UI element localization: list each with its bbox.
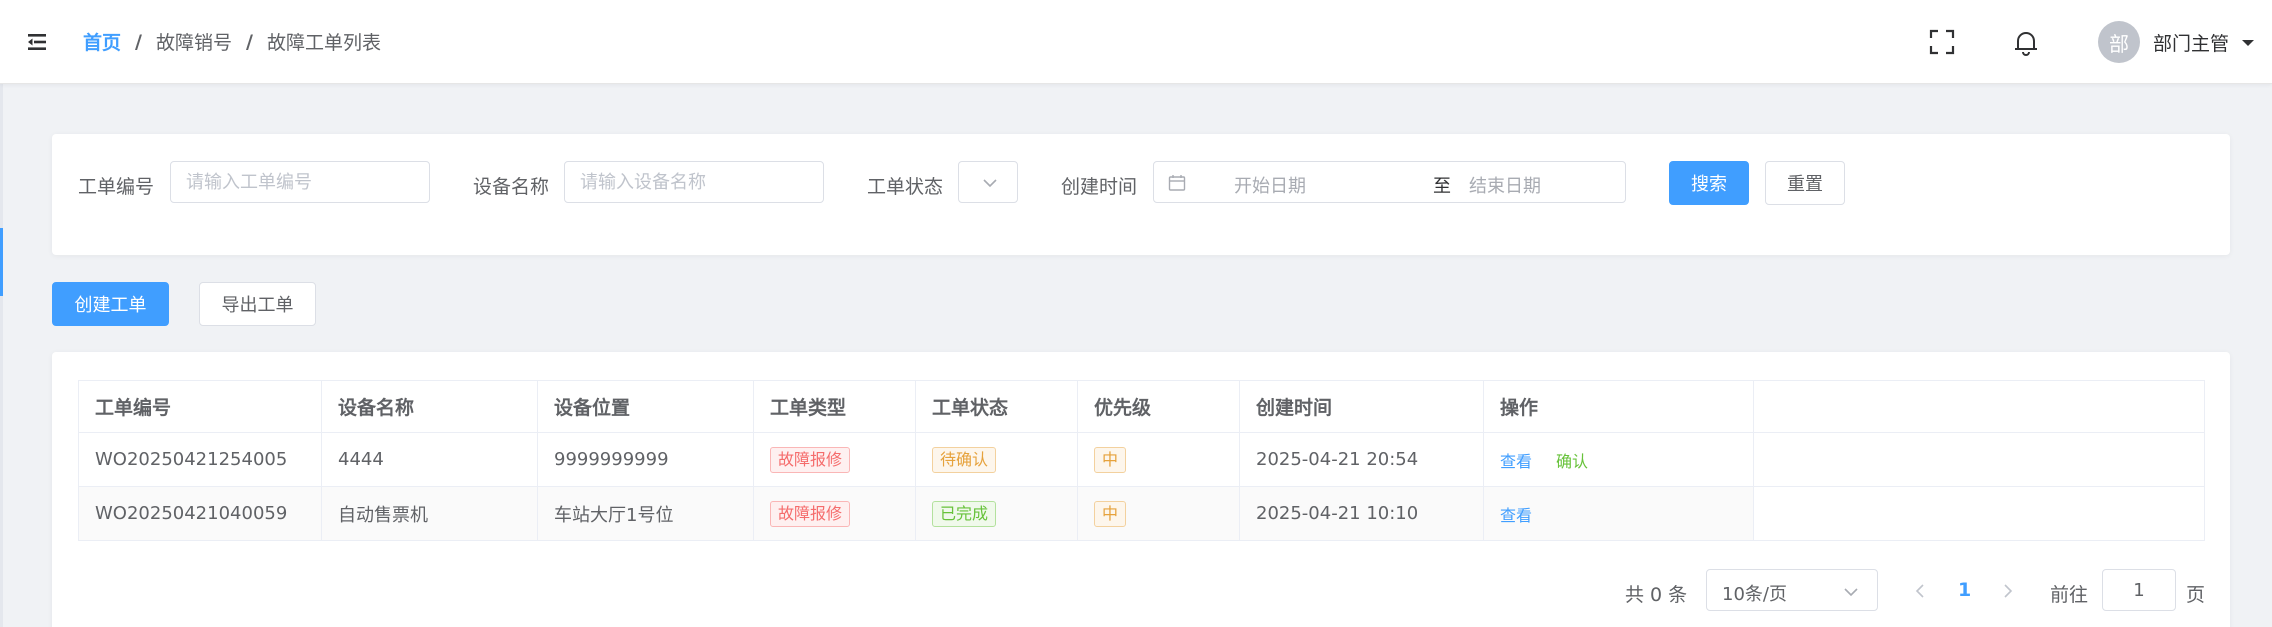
priority-cell: 中 — [1077, 486, 1240, 541]
column-header: 工单状态 — [915, 380, 1078, 433]
table-row: WO20250421040059 自动售票机 车站大厅1号位 故障报修 已完成 … — [78, 486, 2205, 541]
status-select[interactable] — [958, 161, 1018, 203]
priority-tag: 中 — [1094, 500, 1127, 527]
order-type-tag: 故障报修 — [770, 446, 851, 473]
chevron-left-icon[interactable] — [1912, 582, 1928, 604]
column-header: 操作 — [1483, 380, 1754, 433]
priority-tag: 中 — [1094, 446, 1127, 473]
export-order-button[interactable]: 导出工单 — [199, 282, 316, 326]
bell-icon[interactable] — [2012, 28, 2040, 56]
sidebar-edge-active — [0, 228, 3, 296]
avatar[interactable]: 部 — [2098, 21, 2140, 63]
goto-page-input[interactable] — [2102, 569, 2176, 611]
device-name-input[interactable] — [564, 161, 824, 203]
breadcrumb: 首页 / 故障销号 / 故障工单列表 — [83, 28, 381, 55]
hamburger-menu-icon[interactable] — [26, 30, 50, 54]
sidebar-edge — [0, 84, 3, 627]
breadcrumb-fault-close: 故障销号 — [155, 32, 232, 54]
breadcrumb-current: 故障工单列表 — [266, 32, 381, 54]
goto-label: 前往 — [2050, 584, 2089, 606]
breadcrumb-separator: / — [135, 30, 142, 53]
calendar-icon — [1168, 174, 1186, 197]
order-no-cell: WO20250421040059 — [78, 486, 322, 541]
date-range-picker[interactable]: 开始日期 至 结束日期 — [1153, 161, 1626, 203]
device-name-cell: 自动售票机 — [321, 486, 538, 541]
operations-cell: 查看 确认 — [1483, 432, 1754, 487]
order-type-cell: 故障报修 — [753, 486, 916, 541]
created-time-label: 创建时间 — [1061, 176, 1138, 198]
create-order-button[interactable]: 创建工单 — [52, 282, 169, 326]
order-table-card: 工单编号 设备名称 设备位置 工单类型 工单状态 优先级 创建时间 操作 WO2… — [52, 352, 2230, 627]
column-header: 工单编号 — [78, 380, 322, 433]
priority-cell: 中 — [1077, 432, 1240, 487]
device-location-cell: 车站大厅1号位 — [537, 486, 754, 541]
table-filler — [1753, 486, 2205, 541]
end-date-input[interactable]: 结束日期 — [1469, 172, 1541, 198]
order-type-tag: 故障报修 — [770, 500, 851, 527]
order-no-label: 工单编号 — [78, 176, 155, 198]
chevron-right-icon[interactable] — [2000, 582, 2016, 604]
order-no-cell: WO20250421254005 — [78, 432, 322, 487]
order-no-input[interactable] — [170, 161, 430, 203]
order-status-tag: 已完成 — [932, 500, 997, 527]
page-number-current[interactable]: 1 — [1958, 579, 1971, 601]
column-header: 工单类型 — [753, 380, 916, 433]
search-form: 工单编号 设备名称 工单状态 创建时间 开始日期 至 结束日期 搜索 重置 — [52, 134, 2230, 255]
device-location-cell: 9999999999 — [537, 432, 754, 487]
table-header-row: 工单编号 设备名称 设备位置 工单类型 工单状态 优先级 创建时间 操作 — [78, 380, 2205, 433]
table-filler — [1753, 432, 2205, 487]
column-header: 优先级 — [1077, 380, 1240, 433]
operations-cell: 查看 — [1483, 486, 1754, 541]
date-range-separator: 至 — [1433, 176, 1451, 197]
caret-down-icon[interactable] — [2240, 34, 2256, 50]
order-status-cell: 待确认 — [915, 432, 1078, 487]
reset-button[interactable]: 重置 — [1765, 161, 1845, 205]
column-header: 设备位置 — [537, 380, 754, 433]
chevron-down-icon — [983, 179, 997, 188]
created-time-cell: 2025-04-21 10:10 — [1239, 486, 1484, 541]
pagination-total: 共 0 条 — [1625, 584, 1688, 606]
device-name-label: 设备名称 — [473, 176, 550, 198]
breadcrumb-separator: / — [245, 30, 253, 53]
view-link[interactable]: 查看 — [1500, 452, 1532, 471]
fullscreen-icon[interactable] — [1928, 28, 1956, 56]
search-button[interactable]: 搜索 — [1669, 161, 1749, 205]
username[interactable]: 部门主管 — [2153, 29, 2229, 56]
order-type-cell: 故障报修 — [753, 432, 916, 487]
table-row: WO20250421254005 4444 9999999999 故障报修 待确… — [78, 432, 2205, 487]
page-suffix-label: 页 — [2186, 584, 2206, 606]
table-filler — [1753, 380, 2205, 433]
view-link[interactable]: 查看 — [1500, 506, 1532, 525]
breadcrumb-home[interactable]: 首页 — [83, 28, 121, 55]
chevron-down-icon — [1844, 588, 1858, 597]
top-navbar: 首页 / 故障销号 / 故障工单列表 部 部门主管 — [0, 0, 2272, 84]
start-date-input[interactable]: 开始日期 — [1234, 172, 1306, 198]
column-header: 创建时间 — [1239, 380, 1484, 433]
order-status-tag: 待确认 — [932, 446, 997, 473]
column-header: 设备名称 — [321, 380, 538, 433]
confirm-link[interactable]: 确认 — [1556, 452, 1588, 471]
status-label: 工单状态 — [867, 176, 944, 198]
order-table: 工单编号 设备名称 设备位置 工单类型 工单状态 优先级 创建时间 操作 WO2… — [78, 380, 2205, 541]
order-status-cell: 已完成 — [915, 486, 1078, 541]
page-size-select[interactable]: 10条/页 — [1706, 569, 1878, 611]
created-time-cell: 2025-04-21 20:54 — [1239, 432, 1484, 487]
device-name-cell: 4444 — [321, 432, 538, 487]
page-size-value: 10条/页 — [1722, 584, 1787, 605]
